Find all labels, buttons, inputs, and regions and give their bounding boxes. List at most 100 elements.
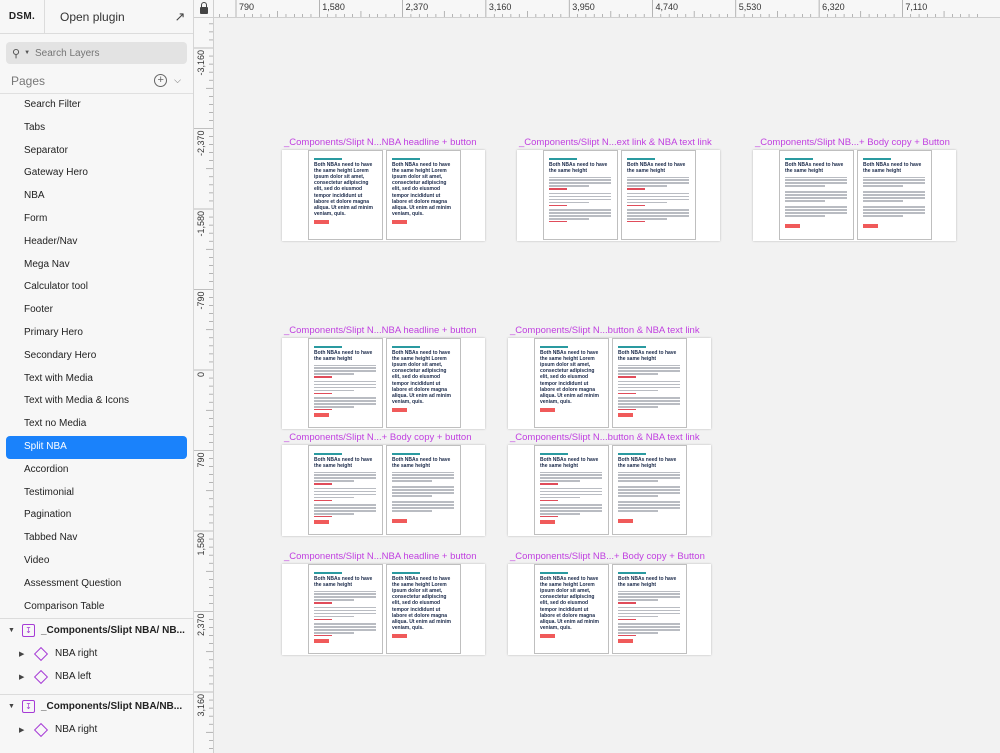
artboard[interactable]: Both NBAs need to have the same height L… bbox=[508, 338, 711, 429]
artboard[interactable]: Both NBAs need to have the same height L… bbox=[282, 150, 485, 241]
card-button[interactable] bbox=[863, 224, 878, 229]
nba-card[interactable]: Both NBAs need to have the same height bbox=[612, 445, 687, 535]
page-item[interactable]: Video bbox=[6, 550, 187, 573]
page-item[interactable]: Separator bbox=[6, 140, 187, 163]
card-button[interactable] bbox=[540, 634, 555, 639]
disclosure-closed-icon[interactable]: ▶ bbox=[19, 650, 33, 658]
page-item[interactable]: Mega Nav bbox=[6, 254, 187, 277]
page-item[interactable]: Text with Media & Icons bbox=[6, 390, 187, 413]
artboard-title[interactable]: _Components/Slipt N...button & NBA text … bbox=[510, 325, 700, 336]
nba-card[interactable]: Both NBAs need to have the same height bbox=[543, 150, 618, 240]
card-button[interactable] bbox=[314, 520, 329, 525]
nba-card[interactable]: Both NBAs need to have the same height L… bbox=[386, 338, 461, 428]
page-item[interactable]: Tabs bbox=[6, 117, 187, 140]
chevron-down-icon[interactable]: ▼ bbox=[24, 50, 30, 56]
search-input[interactable] bbox=[35, 47, 176, 59]
artboard[interactable]: Both NBAs need to have the same height Bo… bbox=[282, 338, 485, 429]
ruler-horizontal[interactable]: 790 1,580 2,370 3,160 3,950 4,740 5,530 6,320 7,… bbox=[194, 0, 1000, 18]
nba-card[interactable]: Both NBAs need to have the same height L… bbox=[534, 338, 609, 428]
design-canvas[interactable]: _Components/Slipt N...NBA headline + but… bbox=[215, 19, 1000, 753]
card-button[interactable] bbox=[392, 408, 407, 413]
artboard[interactable]: Both NBAs need to have the same height Bo… bbox=[508, 445, 711, 536]
card-button[interactable] bbox=[314, 413, 329, 418]
artboard[interactable]: Both NBAs need to have the same height Bo… bbox=[282, 445, 485, 536]
nba-card[interactable]: Both NBAs need to have the same height L… bbox=[534, 564, 609, 654]
page-item[interactable]: Split NBA bbox=[6, 435, 187, 459]
layer-row-child[interactable]: ▶ NBA right bbox=[0, 642, 193, 665]
artboard-title[interactable]: _Components/Slipt N...ext link & NBA tex… bbox=[519, 137, 712, 148]
nba-card[interactable]: Both NBAs need to have the same height bbox=[308, 564, 383, 654]
nba-card[interactable]: Both NBAs need to have the same height L… bbox=[308, 150, 383, 240]
nba-card[interactable]: Both NBAs need to have the same height bbox=[386, 445, 461, 535]
nba-card[interactable]: Both NBAs need to have the same height bbox=[308, 338, 383, 428]
nba-card[interactable]: Both NBAs need to have the same height bbox=[308, 445, 383, 535]
page-item[interactable]: Text with Media bbox=[6, 368, 187, 391]
external-link-icon[interactable]: ↗ bbox=[167, 9, 193, 25]
text-line bbox=[314, 386, 376, 389]
search-layers-box[interactable]: ⚲ ▼ bbox=[6, 42, 187, 64]
artboard-title[interactable]: _Components/Slipt N...NBA headline + but… bbox=[284, 325, 477, 336]
dsm-logo[interactable]: DSM. bbox=[0, 0, 45, 34]
ruler-lock[interactable] bbox=[194, 0, 214, 18]
page-item[interactable]: Header/Nav bbox=[6, 231, 187, 254]
page-item[interactable]: Search Filter bbox=[6, 94, 187, 117]
page-item[interactable]: Form bbox=[6, 208, 187, 231]
nba-card[interactable]: Both NBAs need to have the same height bbox=[857, 150, 932, 240]
page-item[interactable]: Assessment Question bbox=[6, 573, 187, 596]
page-item[interactable]: Comparison Table bbox=[6, 596, 187, 619]
layer-row-child[interactable]: ▶ NBA right bbox=[0, 718, 193, 741]
artboard-title[interactable]: _Components/Slipt N...NBA headline + but… bbox=[284, 137, 477, 148]
page-item[interactable]: Gateway Hero bbox=[6, 162, 187, 185]
card-button[interactable] bbox=[540, 520, 555, 525]
layer-row-group2[interactable]: ▼ ↧ _Components/Slipt NBA/NB... bbox=[0, 695, 193, 718]
page-item[interactable]: Text no Media bbox=[6, 413, 187, 436]
nba-card[interactable]: Both NBAs need to have the same height bbox=[612, 338, 687, 428]
page-item[interactable]: Tabbed Nav bbox=[6, 527, 187, 550]
disclosure-closed-icon[interactable]: ▶ bbox=[19, 726, 33, 734]
artboard[interactable]: Both NBAs need to have the same height Bo… bbox=[517, 150, 720, 241]
layer-row-child[interactable]: ▶ NBA left bbox=[0, 665, 193, 688]
card-button[interactable] bbox=[314, 220, 329, 225]
card-text-link bbox=[314, 618, 332, 621]
page-item[interactable]: Accordion bbox=[6, 459, 187, 482]
layer-row-group1[interactable]: ▼ ↧ _Components/Slipt NBA/ NB... bbox=[0, 619, 193, 642]
artboard[interactable]: Both NBAs need to have the same height L… bbox=[508, 564, 711, 655]
page-item[interactable]: Pagination bbox=[6, 504, 187, 527]
page-item[interactable]: Testimonial bbox=[6, 482, 187, 505]
nba-card[interactable]: Both NBAs need to have the same height bbox=[779, 150, 854, 240]
page-item[interactable]: Secondary Hero bbox=[6, 345, 187, 368]
page-item[interactable]: NBA bbox=[6, 185, 187, 208]
nba-card[interactable]: Both NBAs need to have the same height L… bbox=[386, 564, 461, 654]
nba-card[interactable]: Both NBAs need to have the same height bbox=[534, 445, 609, 535]
card-button[interactable] bbox=[618, 413, 633, 418]
disclosure-open-icon[interactable]: ▼ bbox=[8, 627, 22, 634]
text-line bbox=[785, 191, 847, 193]
open-plugin-link[interactable]: Open plugin bbox=[45, 10, 167, 24]
card-button[interactable] bbox=[392, 519, 407, 524]
page-item[interactable]: Primary Hero bbox=[6, 322, 187, 345]
artboard-title[interactable]: _Components/Slipt NB...+ Body copy + But… bbox=[755, 137, 950, 148]
card-button[interactable] bbox=[392, 634, 407, 639]
card-button[interactable] bbox=[392, 220, 407, 225]
nba-card[interactable]: Both NBAs need to have the same height L… bbox=[386, 150, 461, 240]
page-item[interactable]: Calculator tool bbox=[6, 276, 187, 299]
disclosure-open-icon[interactable]: ▼ bbox=[8, 703, 22, 710]
ruler-vertical[interactable]: -3,160 -2,370 -1,580 -790 0 790 1,580 2,370 3,16… bbox=[194, 18, 214, 753]
card-button[interactable] bbox=[618, 639, 633, 644]
nba-card[interactable]: Both NBAs need to have the same height bbox=[612, 564, 687, 654]
card-button[interactable] bbox=[618, 519, 633, 524]
disclosure-closed-icon[interactable]: ▶ bbox=[19, 673, 33, 681]
artboard[interactable]: Both NBAs need to have the same height Bo… bbox=[753, 150, 956, 241]
artboard-title[interactable]: _Components/Slipt N...button & NBA text … bbox=[510, 432, 700, 443]
collapse-pages-icon[interactable]: ⌵ bbox=[174, 75, 181, 86]
artboard[interactable]: Both NBAs need to have the same height Bo… bbox=[282, 564, 485, 655]
artboard-title[interactable]: _Components/Slipt N...NBA headline + but… bbox=[284, 551, 477, 562]
nba-card[interactable]: Both NBAs need to have the same height bbox=[621, 150, 696, 240]
page-item[interactable]: Footer bbox=[6, 299, 187, 322]
add-page-icon[interactable]: + bbox=[154, 74, 168, 87]
card-button[interactable] bbox=[314, 639, 329, 644]
card-button[interactable] bbox=[540, 408, 555, 413]
artboard-title[interactable]: _Components/Slipt NB...+ Body copy + But… bbox=[510, 551, 705, 562]
card-button[interactable] bbox=[785, 224, 800, 229]
artboard-title[interactable]: _Components/Slipt N...+ Body copy + butt… bbox=[284, 432, 471, 443]
